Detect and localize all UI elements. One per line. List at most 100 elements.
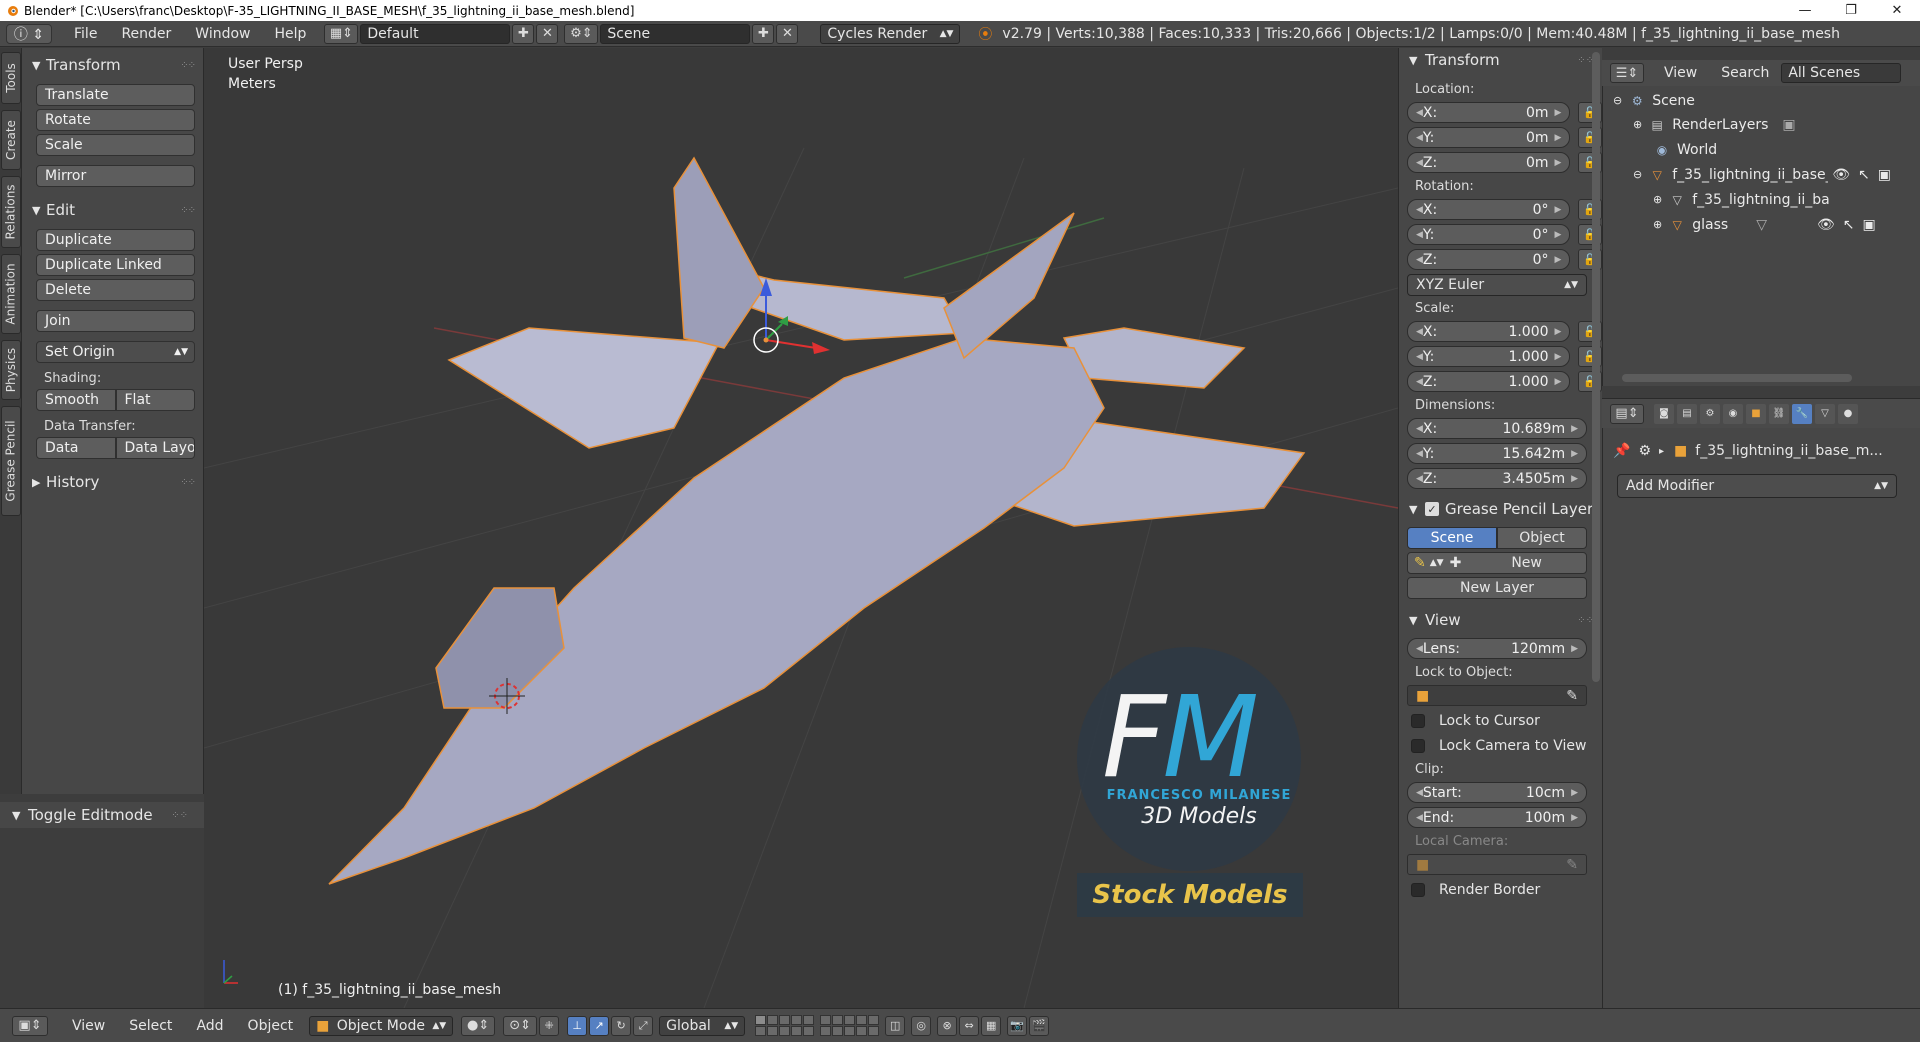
scale-y-field[interactable]: ◀ Y: 1.000 ▶ (1407, 346, 1571, 367)
add-layout-button[interactable]: ✚ (512, 23, 535, 44)
set-origin-dropdown[interactable]: Set Origin ▲▼ (36, 341, 195, 363)
render-engine-dropdown[interactable]: Cycles Render ▲▼ (820, 23, 961, 44)
rotation-mode-dropdown[interactable]: XYZ Euler ▲▼ (1407, 273, 1587, 296)
grease-pencil-panel-header[interactable]: ▼ ✓ Grease Pencil Layer (1399, 497, 1602, 521)
cursor-select-icon[interactable]: ↖ (1843, 217, 1855, 233)
editor-type-info-button[interactable]: ⓘ ⇕ (6, 23, 52, 44)
drag-grip-icon[interactable]: ⁘⁘ (180, 477, 196, 488)
menu-file[interactable]: File (62, 23, 109, 45)
gp-object-button[interactable]: Object (1497, 526, 1587, 549)
menu-render[interactable]: Render (109, 23, 183, 45)
menu-object[interactable]: Object (236, 1015, 306, 1037)
minimize-button[interactable]: — (1782, 0, 1828, 21)
flat-button[interactable]: Flat (115, 389, 195, 411)
render-context-icon[interactable]: ◙ (1654, 403, 1674, 424)
expand-icon[interactable]: ⊕ (1653, 218, 1662, 231)
snap-element-icon[interactable]: ⇔ (959, 1015, 980, 1036)
close-button[interactable]: ✕ (1874, 0, 1920, 21)
pin-icon[interactable]: 📌 (1613, 443, 1630, 459)
screen-layout-field[interactable]: Default (360, 23, 511, 44)
eyedropper-icon[interactable]: ✎ (1566, 857, 1578, 873)
tab-physics[interactable]: Physics (1, 340, 21, 400)
local-camera-field[interactable]: ■ ✎ (1407, 854, 1587, 875)
mode-dropdown[interactable]: ■ Object Mode ▲▼ (309, 1015, 454, 1036)
expand-icon[interactable]: ⊕ (1633, 118, 1642, 131)
add-modifier-dropdown[interactable]: Add Modifier ▲▼ (1617, 474, 1897, 498)
collapse-icon[interactable]: ⊖ (1633, 168, 1642, 181)
tab-grease-pencil[interactable]: Grease Pencil (1, 406, 21, 516)
outliner-item-scene[interactable]: ⊖ ⚙ Scene (1603, 88, 1920, 113)
outliner-item-glass[interactable]: ⊕ ▽ glass ▽ 👁 ↖ ▣ (1603, 212, 1920, 237)
gp-new-button[interactable]: ✎ ▲▼ ✚ New (1407, 551, 1587, 574)
add-scene-button[interactable]: ✚ (752, 23, 775, 44)
outliner-item-f35-mesh[interactable]: ⊕ ▽ f_35_lightning_ii_ba (1603, 187, 1920, 212)
tab-tools[interactable]: Tools (1, 52, 21, 104)
smooth-button[interactable]: Smooth (36, 389, 116, 411)
clip-start-field[interactable]: ◀ Start: 10cm ▶ (1407, 782, 1587, 803)
dimensions-y-field[interactable]: ◀ Y: 15.642m ▶ (1407, 443, 1587, 464)
menu-select[interactable]: Select (117, 1015, 184, 1037)
object-context-icon[interactable]: ■ (1746, 403, 1766, 424)
tab-animation[interactable]: Animation (1, 254, 21, 334)
outliner-display-dropdown[interactable]: All Scenes (1781, 63, 1902, 83)
snap-target-icon[interactable]: ▦ (981, 1015, 1002, 1036)
scene-field[interactable]: Scene (600, 23, 751, 44)
tab-relations[interactable]: Relations (1, 176, 21, 248)
scale-z-field[interactable]: ◀ Z: 1.000 ▶ (1407, 371, 1571, 392)
dimensions-z-field[interactable]: ◀ Z: 3.4505m ▶ (1407, 468, 1587, 489)
editor-type-outliner-button[interactable]: ☰⇕ (1610, 63, 1644, 83)
render-border-checkbox[interactable]: Render Border (1399, 877, 1602, 902)
mirror-button[interactable]: Mirror (36, 165, 195, 187)
view-panel-header[interactable]: ▼ View ⁘⁘ (1399, 608, 1602, 632)
location-y-field[interactable]: ◀ Y: 0m ▶ (1407, 127, 1571, 148)
camera-render-icon[interactable]: ▣ (1863, 217, 1876, 233)
transform-orientation-dropdown[interactable]: Global ▲▼ (659, 1015, 746, 1036)
rotation-x-field[interactable]: ◀ X: 0° ▶ (1407, 199, 1571, 220)
location-x-field[interactable]: ◀ X: 0m ▶ (1407, 102, 1571, 123)
dimensions-x-field[interactable]: ◀ X: 10.689m ▶ (1407, 418, 1587, 439)
outliner-scrollbar[interactable] (1622, 374, 1852, 382)
outliner-item-world[interactable]: ◉ World (1603, 137, 1920, 162)
n-panel-scrollbar[interactable] (1592, 52, 1600, 682)
cursor-select-icon[interactable]: ↖ (1858, 167, 1870, 183)
rotation-z-field[interactable]: ◀ Z: 0° ▶ (1407, 249, 1571, 270)
outliner-item-f35-object[interactable]: ⊖ ▽ f_35_lightning_ii_base_ 👁 ↖ ▣ (1603, 162, 1920, 187)
transform-panel-header[interactable]: ▼ Transform ⁘⁘ (1399, 48, 1602, 72)
lock-to-cursor-checkbox[interactable]: Lock to Cursor (1399, 708, 1602, 733)
clip-end-field[interactable]: ◀ End: 100m ▶ (1407, 807, 1587, 828)
constraints-context-icon[interactable]: ⛓ (1769, 403, 1789, 424)
drag-grip-icon[interactable]: ⁘⁘ (171, 810, 188, 821)
rotation-y-field[interactable]: ◀ Y: 0° ▶ (1407, 224, 1571, 245)
layer-buttons[interactable] (755, 1015, 885, 1036)
data-button[interactable]: Data (36, 437, 116, 459)
manipulator-only-origins-icon[interactable]: ⁜ (539, 1015, 560, 1036)
screen-layout-icon[interactable]: ▦⇕ (324, 23, 359, 44)
menu-help[interactable]: Help (262, 23, 318, 45)
eyedropper-icon[interactable]: ✎ (1566, 688, 1578, 704)
tab-create[interactable]: Create (1, 110, 21, 170)
maximize-button[interactable]: ❐ (1828, 0, 1874, 21)
gp-scene-button[interactable]: Scene (1407, 526, 1497, 549)
drag-grip-icon[interactable]: ⁘⁘ (180, 205, 196, 216)
3d-viewport[interactable]: User Persp Meters (1) f_35_lightning_ii_… (204, 48, 1398, 1008)
outliner-search-menu[interactable]: Search (1709, 62, 1781, 84)
join-button[interactable]: Join (36, 310, 195, 332)
enable-checkbox[interactable]: ✓ (1425, 502, 1439, 516)
menu-view[interactable]: View (60, 1015, 117, 1037)
menu-add[interactable]: Add (184, 1015, 235, 1037)
menu-window[interactable]: Window (183, 23, 262, 45)
snap-icon[interactable]: ⊗ (937, 1015, 958, 1036)
remove-layout-button[interactable]: ✕ (536, 23, 559, 44)
camera-render-icon[interactable]: ▣ (1878, 167, 1891, 183)
new-layer-button[interactable]: New Layer (1407, 576, 1587, 599)
manipulator-toggle-icon[interactable]: ⊥ (567, 1015, 588, 1036)
outliner-item-renderlayers[interactable]: ⊕ ▤ RenderLayers ▣ (1603, 112, 1920, 137)
opengl-render-icon[interactable]: 📷 (1007, 1015, 1028, 1036)
edit-panel-header[interactable]: ▼ Edit ⁘⁘ (22, 197, 203, 223)
delete-button[interactable]: Delete (36, 279, 195, 301)
scale-x-field[interactable]: ◀ X: 1.000 ▶ (1407, 321, 1571, 342)
location-z-field[interactable]: ◀ Z: 0m ▶ (1407, 152, 1571, 173)
rotate-manipulator-icon[interactable]: ↻ (611, 1015, 632, 1036)
editor-type-3dview-button[interactable]: ▣⇕ (12, 1015, 48, 1036)
scene-context-icon[interactable]: ⚙ (1700, 403, 1720, 424)
